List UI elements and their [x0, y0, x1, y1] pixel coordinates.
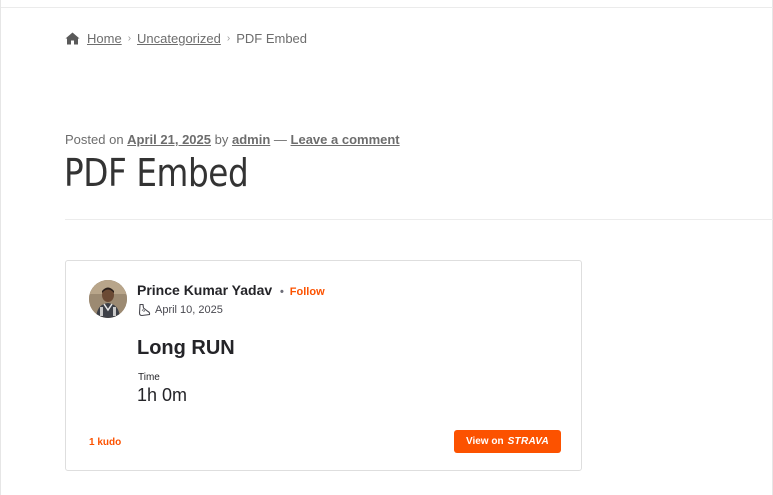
activity-title[interactable]: Long RUN — [137, 337, 235, 360]
posted-on-label: Posted on — [65, 132, 124, 147]
shoe-icon — [137, 303, 151, 317]
breadcrumb-separator: › — [226, 33, 231, 44]
post-meta: Posted on April 21, 2025 by admin — Leav… — [65, 132, 400, 147]
page: Home › Uncategorized › PDF Embed Posted … — [0, 0, 773, 495]
athlete-name[interactable]: Prince Kumar Yadav — [137, 282, 272, 298]
activity-date: April 10, 2025 — [155, 304, 223, 316]
breadcrumb: Home › Uncategorized › PDF Embed — [65, 31, 307, 46]
strava-logo: STRAVA — [507, 436, 550, 447]
home-icon[interactable] — [65, 32, 80, 45]
page-title: PDF Embed — [64, 151, 249, 195]
author-link[interactable]: admin — [232, 132, 270, 147]
dot-separator: • — [280, 286, 284, 298]
header-divider — [1, 7, 773, 8]
strava-activity-card: Prince Kumar Yadav • Follow April 10, 20… — [65, 260, 582, 471]
breadcrumb-separator: › — [127, 33, 132, 44]
activity-date-line: April 10, 2025 — [137, 303, 223, 317]
post-date-link[interactable]: April 21, 2025 — [127, 132, 211, 147]
view-on-strava-button[interactable]: View on STRAVA — [454, 430, 561, 453]
breadcrumb-current: PDF Embed — [236, 31, 308, 46]
view-on-label: View on — [465, 436, 504, 447]
meta-dash: — — [273, 132, 287, 147]
stat-value-time: 1h 0m — [137, 385, 188, 405]
follow-button[interactable]: Follow — [290, 286, 325, 298]
breadcrumb-home-link[interactable]: Home — [87, 31, 122, 46]
kudos-count[interactable]: 1 kudo — [89, 437, 121, 448]
breadcrumb-category-link[interactable]: Uncategorized — [137, 31, 221, 46]
avatar[interactable] — [89, 280, 127, 318]
title-divider — [65, 219, 773, 220]
leave-comment-link[interactable]: Leave a comment — [291, 132, 400, 147]
stat-label-time: Time — [138, 372, 160, 383]
by-label: by — [214, 132, 229, 147]
athlete-line: Prince Kumar Yadav • Follow — [137, 282, 325, 298]
